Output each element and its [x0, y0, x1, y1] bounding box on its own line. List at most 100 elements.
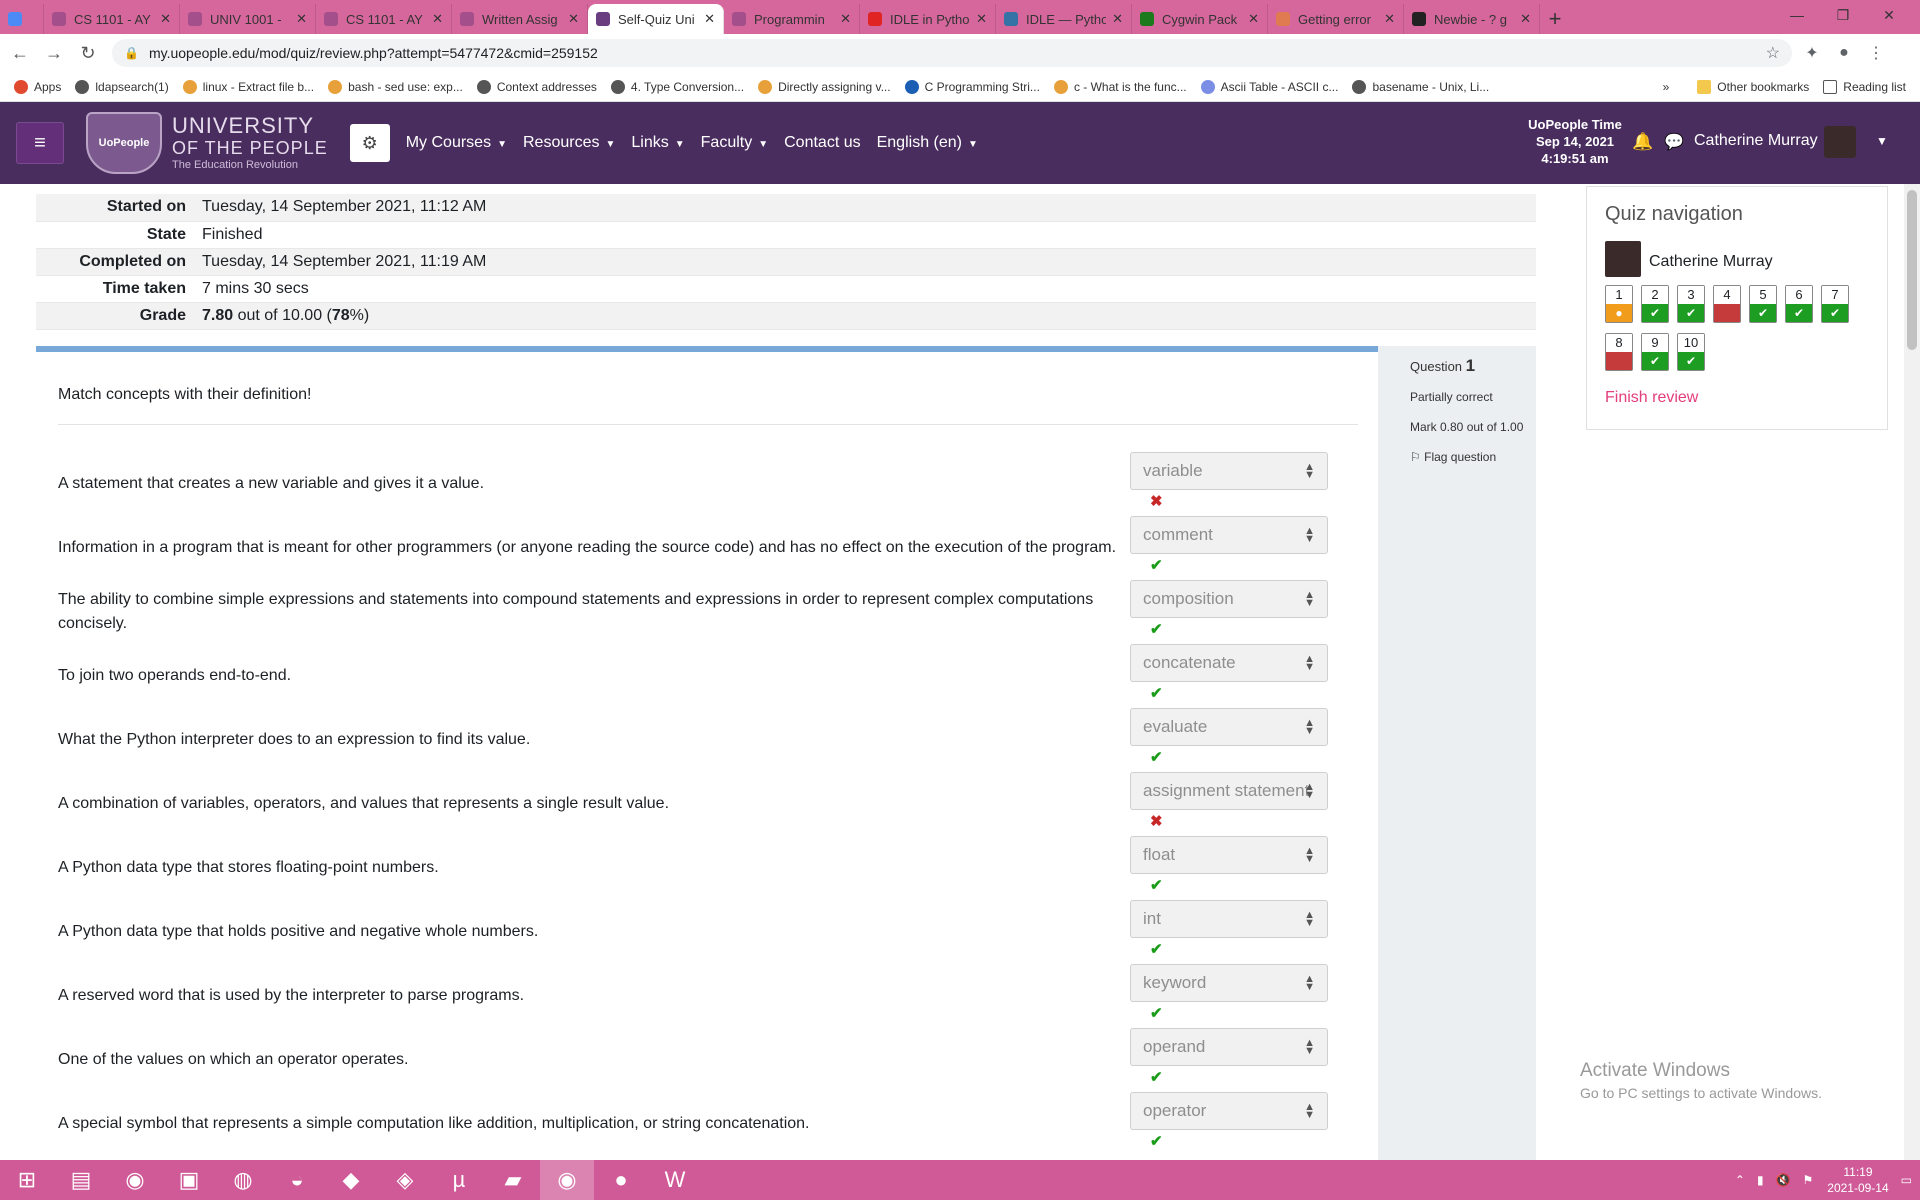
quiz-nav-button[interactable]: 2 ✔ — [1641, 285, 1669, 323]
bookmark-item[interactable]: bash - sed use: exp... — [328, 79, 463, 94]
windows-start-icon[interactable]: ⊞ — [0, 1160, 54, 1200]
answer-select[interactable]: variable ▲ ▼ — [1130, 452, 1328, 490]
browser-tab[interactable]: IDLE — Pytho ✕ — [996, 4, 1132, 34]
nav-menu-item[interactable]: Resources ▼ — [523, 134, 615, 152]
quiz-nav-button[interactable]: 8 — [1605, 333, 1633, 371]
quiz-nav-button[interactable]: 9 ✔ — [1641, 333, 1669, 371]
folder-icon[interactable]: ▰ — [486, 1160, 540, 1200]
flag-tray-icon[interactable]: ⚑ — [1803, 1173, 1814, 1187]
nav-menu-item[interactable]: Faculty ▼ — [701, 134, 768, 152]
browser-tab[interactable]: Cygwin Pack ✕ — [1132, 4, 1268, 34]
browser-tab[interactable]: CS 1101 - AY ✕ — [316, 4, 452, 34]
flag-question-link[interactable]: ⚐ Flag question — [1410, 448, 1526, 466]
answer-select[interactable]: composition ▲ ▼ — [1130, 580, 1328, 618]
reload-icon[interactable]: ↻ — [74, 39, 102, 67]
bookmark-item[interactable]: 4. Type Conversion... — [610, 79, 744, 94]
user-name[interactable]: Catherine Murray — [1694, 132, 1818, 150]
browser-tab[interactable]: Written Assig ✕ — [452, 4, 588, 34]
file-explorer-icon[interactable]: ▤ — [54, 1160, 108, 1200]
bookmark-item[interactable]: Directly assigning v... — [758, 79, 891, 94]
browser-tab[interactable]: CS 1101 - AY ✕ — [44, 4, 180, 34]
tab-close-icon[interactable]: ✕ — [568, 11, 579, 27]
answer-select[interactable]: operator ▲ ▼ — [1130, 1092, 1328, 1130]
bookmark-item[interactable]: ldapsearch(1) — [75, 79, 169, 94]
browser-tab[interactable]: IDLE in Pytho ✕ — [860, 4, 996, 34]
tab-close-icon[interactable]: ✕ — [1112, 11, 1123, 27]
duck-icon[interactable]: ◒ — [270, 1160, 324, 1200]
bookmark-item[interactable]: Apps — [14, 79, 61, 94]
utorrent-icon[interactable]: µ — [432, 1160, 486, 1200]
quiz-nav-button[interactable]: 1 ● — [1605, 285, 1633, 323]
tab-close-icon[interactable]: ✕ — [1248, 11, 1259, 27]
new-tab-icon[interactable]: + — [1540, 4, 1570, 34]
taskbar-clock[interactable]: 11:19 2021-09-14 — [1827, 1164, 1888, 1196]
forward-icon[interactable]: → — [40, 39, 68, 67]
quiz-nav-button[interactable]: 4 — [1713, 285, 1741, 323]
extensions-icon[interactable]: ✦ — [1800, 41, 1824, 65]
answer-select[interactable]: float ▲ ▼ — [1130, 836, 1328, 874]
restore-icon[interactable]: ❐ — [1820, 0, 1866, 30]
settings-gear-button[interactable]: ⚙ — [349, 124, 390, 162]
globe-icon[interactable]: ◍ — [216, 1160, 270, 1200]
bookmark-item[interactable]: C Programming Stri... — [904, 79, 1040, 94]
tab-close-icon[interactable]: ✕ — [976, 11, 987, 27]
other-bookmarks[interactable]: Other bookmarks — [1697, 79, 1809, 94]
finish-review-link[interactable]: Finish review — [1605, 389, 1698, 407]
github-icon[interactable]: ● — [594, 1160, 648, 1200]
answer-select[interactable]: evaluate ▲ ▼ — [1130, 708, 1328, 746]
browser-tab[interactable]: Getting error ✕ — [1268, 4, 1404, 34]
url-input[interactable]: 🔒 my.uopeople.edu/mod/quiz/review.php?at… — [112, 39, 1792, 67]
volume-icon[interactable]: 🔇 — [1776, 1173, 1791, 1187]
browser-tab[interactable]: Self-Quiz Uni ✕ — [588, 4, 724, 34]
bookmark-item[interactable]: c - What is the func... — [1053, 79, 1187, 94]
answer-select[interactable]: int ▲ ▼ — [1130, 900, 1328, 938]
browser-tab[interactable]: Programmin ✕ — [724, 4, 860, 34]
browser-tab[interactable]: UNIV 1001 - ✕ — [180, 4, 316, 34]
quiz-nav-button[interactable]: 6 ✔ — [1785, 285, 1813, 323]
tab-close-icon[interactable]: ✕ — [296, 11, 307, 27]
visual-studio-icon[interactable]: ◈ — [378, 1160, 432, 1200]
reading-list[interactable]: Reading list — [1823, 79, 1906, 94]
tab-close-icon[interactable]: ✕ — [1520, 11, 1531, 27]
nav-menu-item[interactable]: Links ▼ — [631, 134, 684, 152]
tab-close-icon[interactable]: ✕ — [840, 11, 851, 27]
chrome-profile-icon[interactable]: ◉ — [540, 1160, 594, 1200]
back-icon[interactable]: ← — [6, 39, 34, 67]
nav-menu-item[interactable]: Contact us — [784, 134, 860, 152]
tray-chevron-icon[interactable]: ⌃ — [1735, 1173, 1745, 1187]
bookmark-item[interactable]: Context addresses — [476, 79, 597, 94]
browser-menu-icon[interactable]: ⋮ — [1864, 41, 1888, 65]
vscode-icon[interactable]: ◆ — [324, 1160, 378, 1200]
tab-close-icon[interactable]: ✕ — [704, 11, 715, 27]
answer-select[interactable]: concatenate ▲ ▼ — [1130, 644, 1328, 682]
tab-close-icon[interactable]: ✕ — [432, 11, 443, 27]
browser-tab[interactable] — [0, 4, 44, 34]
quiz-nav-button[interactable]: 3 ✔ — [1677, 285, 1705, 323]
answer-select[interactable]: assignment statement ▲ ▼ — [1130, 772, 1328, 810]
hamburger-menu-icon[interactable]: ≡ — [16, 122, 64, 164]
scrollbar-thumb[interactable] — [1907, 190, 1917, 350]
browser-tab[interactable]: Newbie - ? g ✕ — [1404, 4, 1540, 34]
nav-menu-item[interactable]: English (en) ▼ — [877, 134, 978, 152]
bookmark-item[interactable]: Ascii Table - ASCII c... — [1200, 79, 1338, 94]
store-icon[interactable]: ▣ — [162, 1160, 216, 1200]
user-menu-caret-icon[interactable]: ▼ — [1876, 134, 1888, 148]
chrome-icon[interactable]: ◉ — [108, 1160, 162, 1200]
close-window-icon[interactable]: ✕ — [1866, 0, 1912, 30]
bookmark-item[interactable]: basename - Unix, Li... — [1352, 79, 1489, 94]
tab-close-icon[interactable]: ✕ — [160, 11, 171, 27]
user-avatar[interactable] — [1824, 126, 1856, 158]
answer-select[interactable]: keyword ▲ ▼ — [1130, 964, 1328, 1002]
quiz-nav-button[interactable]: 7 ✔ — [1821, 285, 1849, 323]
tab-close-icon[interactable]: ✕ — [1384, 11, 1395, 27]
bookmarks-more-icon[interactable]: » — [1663, 80, 1670, 94]
messages-icon[interactable]: 💬 — [1664, 132, 1684, 152]
notifications-icon[interactable]: ▭ — [1901, 1173, 1912, 1187]
answer-select[interactable]: operand ▲ ▼ — [1130, 1028, 1328, 1066]
quiz-nav-button[interactable]: 10 ✔ — [1677, 333, 1705, 371]
notification-bell-icon[interactable]: 🔔 — [1632, 132, 1653, 152]
answer-select[interactable]: comment ▲ ▼ — [1130, 516, 1328, 554]
profile-icon[interactable]: ● — [1832, 41, 1856, 65]
minimize-icon[interactable]: — — [1774, 0, 1820, 30]
university-logo[interactable]: UoPeople UNIVERSITY OF THE PEOPLE The Ed… — [86, 112, 328, 174]
